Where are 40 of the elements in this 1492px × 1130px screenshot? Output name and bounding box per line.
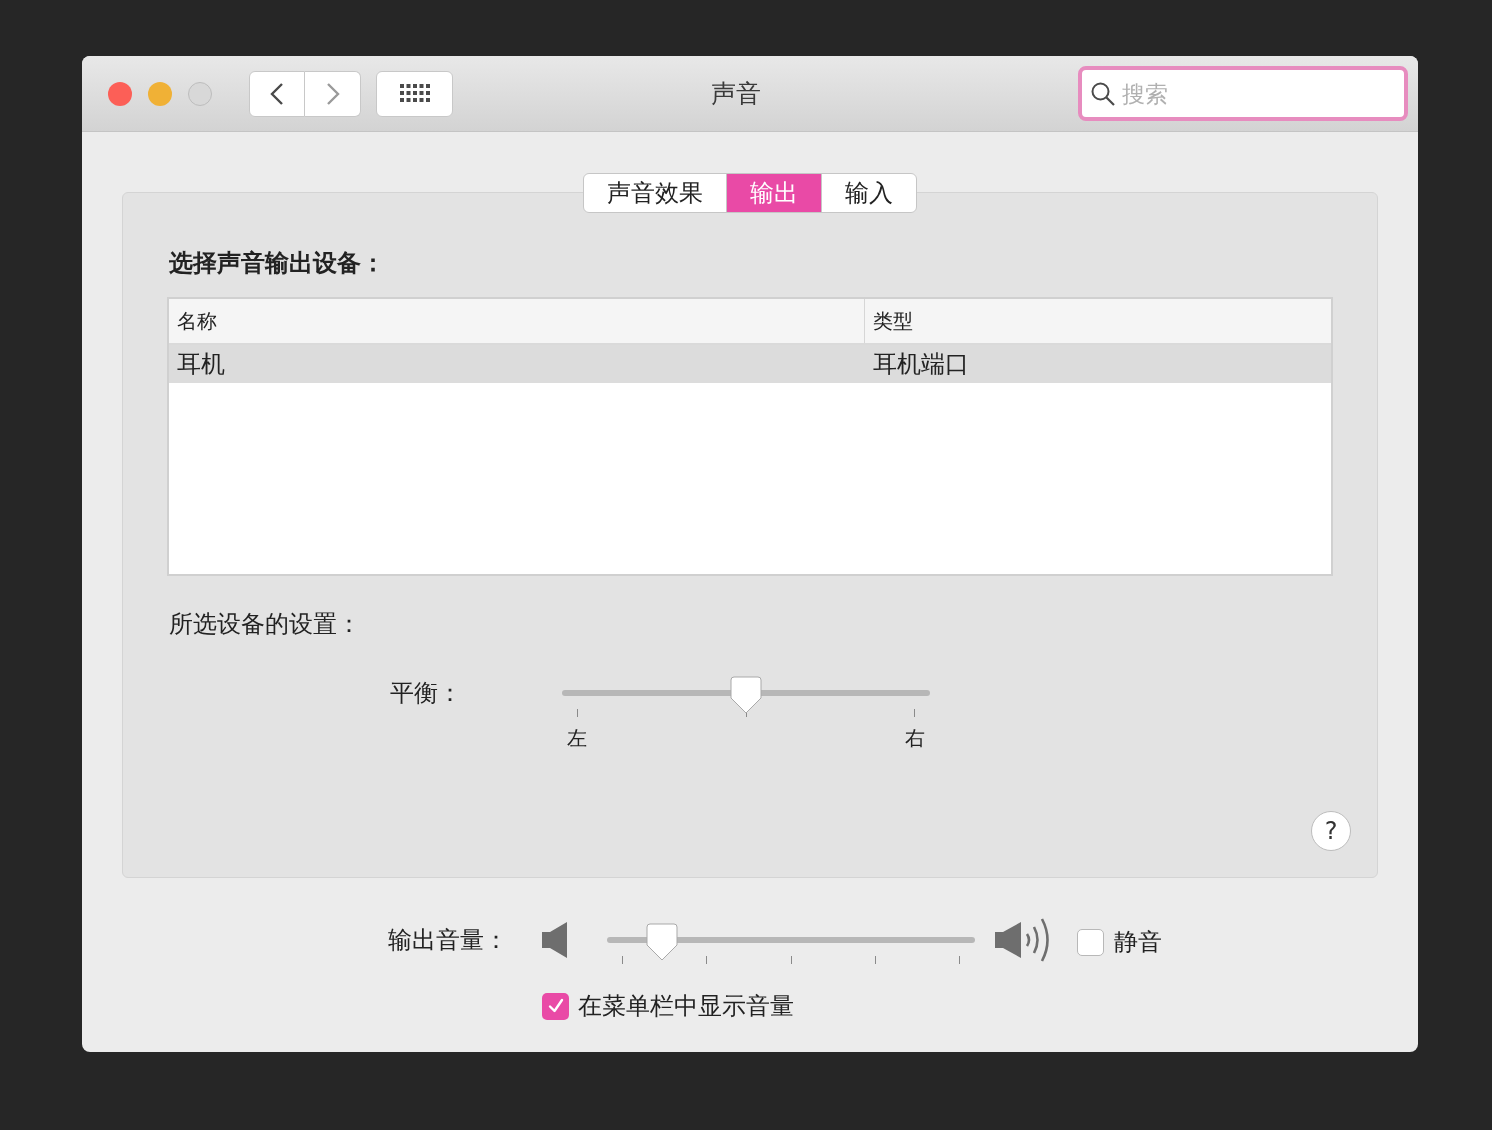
tick-mark [622,956,623,964]
balance-label: 平衡： [390,678,462,709]
slider-thumb[interactable] [730,676,762,714]
section-heading: 选择声音输出设备： [169,248,386,279]
close-button[interactable] [108,81,132,106]
table-cell: 耳机 [177,350,225,378]
show-all-button[interactable] [376,70,453,117]
tick-mark [790,956,792,964]
mute-checkbox[interactable] [1077,928,1104,956]
column-header[interactable]: 名称 [177,306,217,336]
tick-mark [577,709,578,717]
right-label: 右 [905,725,925,752]
speaker-icon [542,922,568,958]
section-heading: 所选设备的设置： [169,609,362,640]
tick-mark [874,956,876,964]
slider-thumb[interactable] [646,923,679,961]
tick-mark [706,956,708,964]
checkbox-label: 在菜单栏中显示音量 [578,991,794,1022]
checkmark-icon [546,997,565,1015]
menu-bar-checkbox[interactable] [542,992,569,1020]
tab[interactable]: 输出 [726,174,821,212]
table-row[interactable]: 耳机 耳机端口 [169,345,1331,383]
column-header[interactable]: 类型 [873,306,913,336]
minimize-button[interactable] [148,81,172,106]
help-button[interactable]: ? [1311,811,1351,851]
window-title: 声音 [710,77,761,110]
tick-mark [914,709,915,717]
tab[interactable]: 声音效果 [584,174,726,212]
zoom-button[interactable] [188,81,212,106]
tick-mark [959,956,960,964]
checkbox-label: 静音 [1114,927,1162,958]
left-label: 左 [567,725,587,752]
grid-icon [399,83,430,104]
search-icon [1090,81,1116,107]
back-button[interactable] [249,70,305,117]
volume-label: 输出音量： [388,925,508,956]
table-cell: 耳机端口 [873,350,969,378]
chevron-left-icon [270,81,284,106]
search-field[interactable]: 搜索 [1078,66,1408,121]
chevron-right-icon [325,81,340,106]
